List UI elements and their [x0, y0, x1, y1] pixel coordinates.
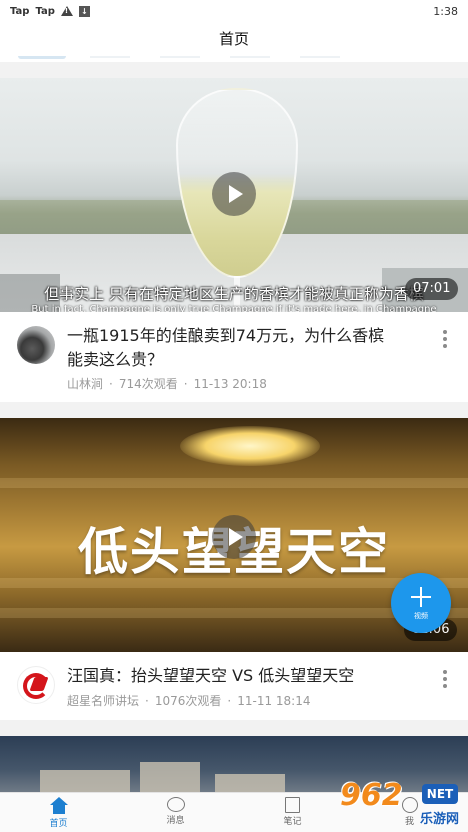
tab-placeholder[interactable] — [160, 56, 200, 58]
tab-placeholder[interactable] — [230, 56, 270, 58]
status-bar: Tap Tap ↓ 1:38 — [0, 0, 468, 22]
status-notifications: Tap Tap ↓ — [10, 5, 90, 17]
tab-placeholder[interactable] — [300, 56, 340, 58]
status-app-label-1: Tap — [10, 5, 30, 17]
publish-time: 11-13 20:18 — [193, 377, 267, 391]
meta-separator: · — [183, 377, 188, 391]
watermark-logo: 962 — [340, 778, 403, 813]
play-icon[interactable] — [212, 515, 256, 559]
watermark-badge: NET — [422, 784, 458, 804]
watermark-subtitle: 乐游网 — [420, 812, 460, 827]
avatar[interactable] — [17, 666, 55, 704]
meta-separator: · — [109, 377, 113, 391]
message-icon — [166, 797, 185, 812]
video-title[interactable]: 汪国真：抬头望望天空 VS 低头望望天空 — [67, 664, 427, 688]
video-info-row[interactable]: 汪国真：抬头望望天空 VS 低头望望天空 超星名师讲坛 · 1076次观看 · 11-1… — [0, 652, 468, 720]
avatar[interactable] — [17, 326, 55, 364]
video-info-row[interactable]: 一瓶1915年的佳酿卖到74万元，为什么香槟能卖这么贵？ 山林涧 · 714次观看 ·… — [0, 312, 468, 402]
author-name[interactable]: 超星名师讲坛 — [67, 694, 139, 708]
page-title: 首页 — [218, 30, 249, 48]
nav-label: 首页 — [49, 819, 68, 829]
site-watermark: 962 NET 乐游网 — [330, 776, 468, 832]
water-ripple — [0, 478, 468, 488]
feed-divider — [0, 720, 468, 736]
nav-item-home[interactable]: 首页 — [0, 793, 117, 832]
active-tab-indicator — [18, 56, 66, 59]
thumbnail-scenery — [140, 762, 200, 792]
video-meta: 超星名师讲坛 · 1076次观看 · 11-11 18:14 — [67, 692, 310, 709]
tab-placeholder[interactable] — [90, 56, 130, 58]
author-name[interactable]: 山林涧 — [67, 377, 103, 391]
app-header: 首页 — [0, 22, 468, 60]
video-subtitle: 但事实上 只有在特定地区生产的香槟才能被真正称为香槟 — [44, 285, 424, 303]
view-count: 1076次观看 — [154, 694, 222, 708]
meta-separator: · — [227, 694, 232, 708]
add-video-label: 视频 — [414, 612, 428, 620]
view-count: 714次观看 — [118, 377, 178, 391]
play-icon[interactable] — [212, 172, 256, 216]
meta-separator: · — [145, 694, 149, 708]
nav-item-messages[interactable]: 消息 — [117, 793, 234, 832]
add-video-button[interactable]: 视频 — [391, 573, 451, 633]
feed-divider — [0, 62, 468, 78]
status-app-label-2: Tap — [35, 5, 55, 17]
thumbnail-scenery — [215, 774, 285, 792]
nav-label: 消息 — [166, 816, 185, 826]
video-thumbnail-champagne[interactable]: 但事实上 只有在特定地区生产的香槟才能被真正称为香槟 But in fact, … — [0, 78, 468, 312]
video-subtitle-english: But in fact, Champagne is only true Cham… — [31, 304, 437, 312]
more-options-icon[interactable] — [440, 670, 450, 690]
thumbnail-scenery — [40, 770, 130, 792]
note-icon — [285, 797, 300, 813]
sun-reflection-image — [180, 426, 320, 466]
video-duration: 07:01 — [405, 278, 459, 300]
warning-icon — [60, 6, 73, 16]
home-icon — [49, 797, 69, 815]
video-meta: 山林涧 · 714次观看 · 11-13 20:18 — [67, 375, 267, 392]
plus-icon — [411, 587, 431, 607]
more-options-icon[interactable] — [440, 330, 450, 350]
status-time: 1:38 — [433, 4, 458, 18]
video-title[interactable]: 一瓶1915年的佳酿卖到74万元，为什么香槟能卖这么贵？ — [67, 324, 387, 372]
download-icon: ↓ — [78, 5, 90, 17]
feed-divider — [0, 402, 468, 418]
publish-time: 11-11 18:14 — [237, 694, 311, 708]
